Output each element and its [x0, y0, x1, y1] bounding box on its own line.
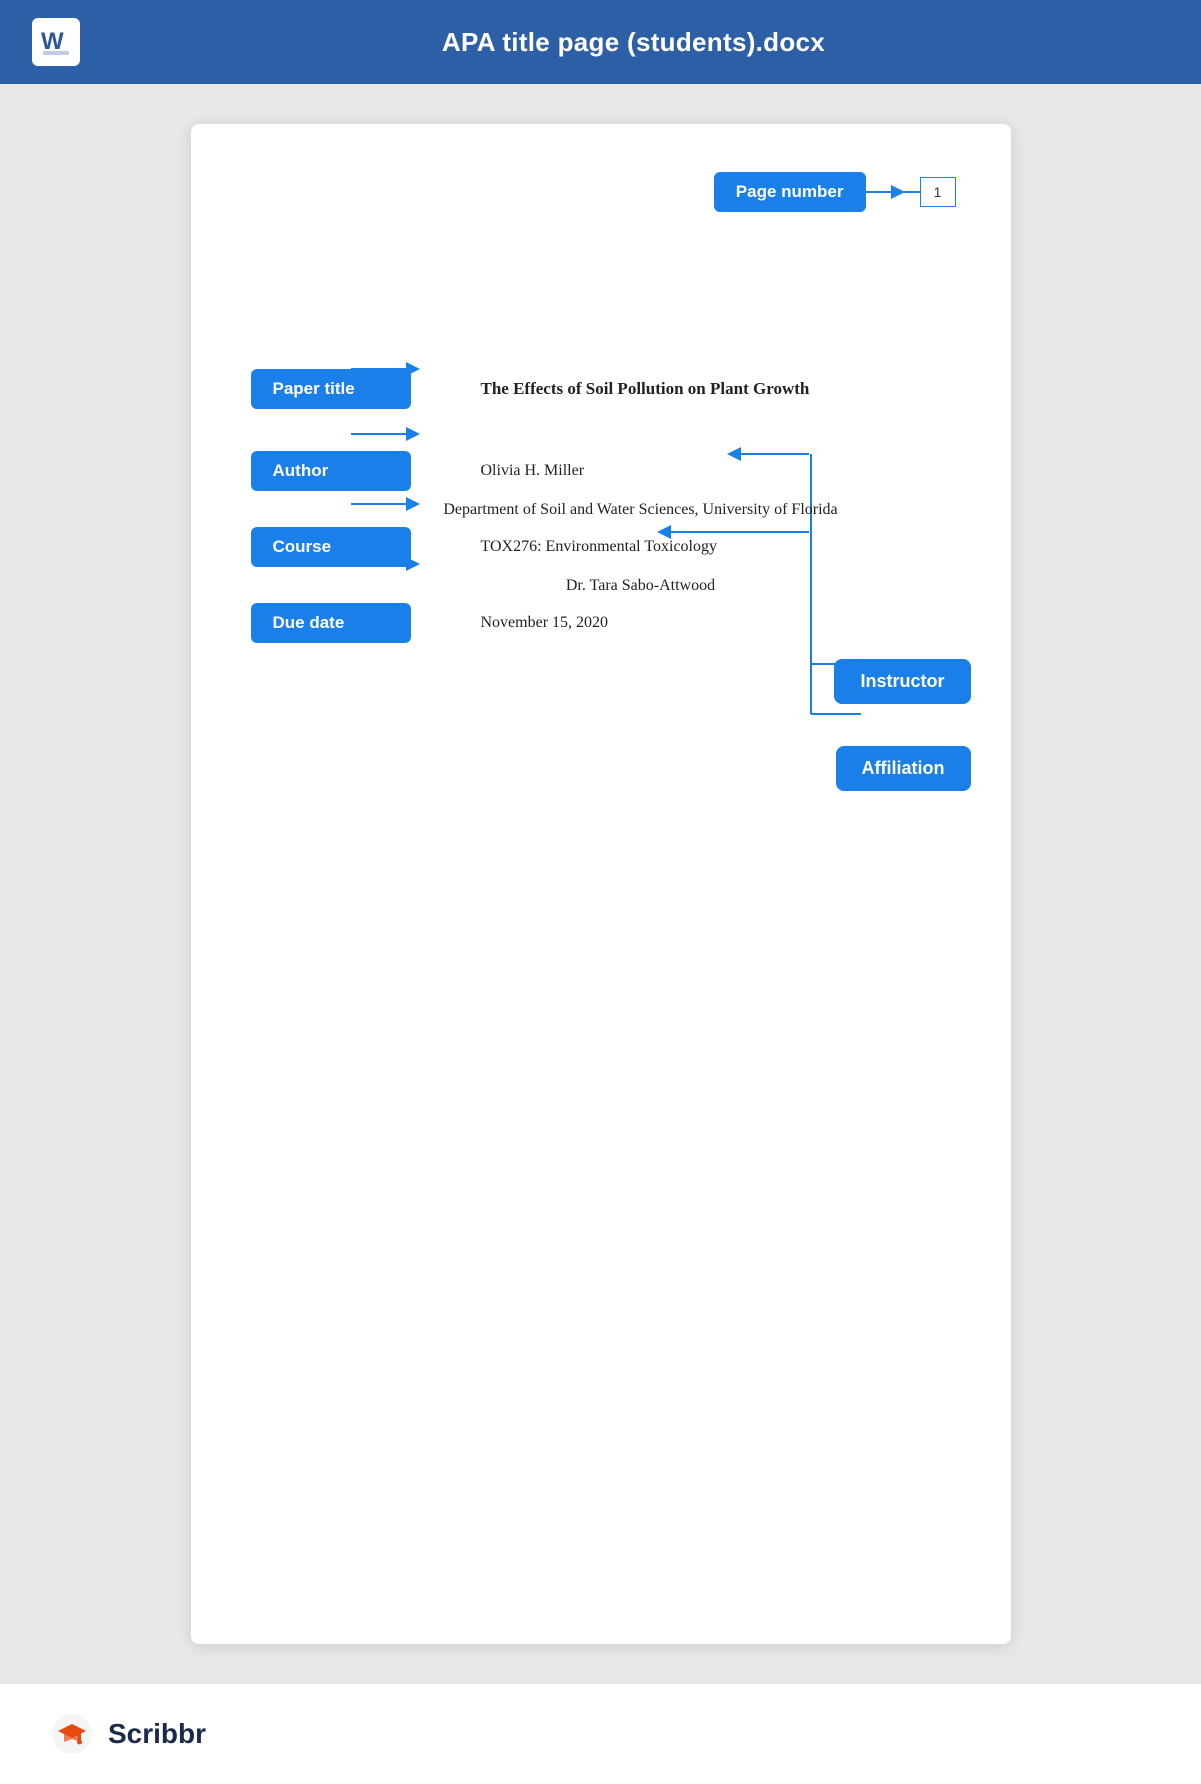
- svg-text:W: W: [41, 28, 64, 55]
- author-text: Olivia H. Miller: [481, 462, 951, 480]
- page-number-area: Page number 1: [714, 172, 956, 212]
- page-number-connector: [866, 191, 920, 193]
- course-text: TOX276: Environmental Toxicology: [481, 538, 951, 556]
- header-bar: W APA title page (students).docx: [0, 0, 1201, 84]
- instructor-label-badge: Instructor: [834, 659, 970, 704]
- author-badge: Author: [251, 451, 411, 491]
- scribbr-brand: Scribbr: [108, 1718, 206, 1750]
- affiliation-text: Department of Soil and Water Sciences, U…: [331, 501, 951, 519]
- main-content: Page number 1 Paper title The Effects of…: [0, 84, 1201, 1684]
- affiliation-label-badge: Affiliation: [836, 746, 971, 791]
- due-date-badge: Due date: [251, 603, 411, 643]
- paper-title-text: The Effects of Soil Pollution on Plant G…: [481, 379, 951, 399]
- footer: Scribbr: [0, 1684, 1201, 1784]
- connector-svg: [191, 124, 1011, 1644]
- paper-title-row: Paper title The Effects of Soil Pollutio…: [251, 369, 951, 409]
- doc-body: Paper title The Effects of Soil Pollutio…: [251, 369, 951, 643]
- word-icon: W: [32, 18, 80, 66]
- author-row: Author Olivia H. Miller: [251, 451, 951, 491]
- instructor-text: Dr. Tara Sabo-Attwood: [331, 577, 951, 595]
- due-date-text: November 15, 2020: [481, 614, 951, 632]
- header-title: APA title page (students).docx: [98, 27, 1169, 58]
- page-number-badge: Page number: [714, 172, 866, 212]
- course-badge: Course: [251, 527, 411, 567]
- scribbr-logo-icon: [50, 1712, 94, 1756]
- page-number-box: 1: [920, 177, 956, 207]
- paper-title-badge: Paper title: [251, 369, 411, 409]
- course-row: Course TOX276: Environmental Toxicology: [251, 527, 951, 567]
- document: Page number 1 Paper title The Effects of…: [191, 124, 1011, 1644]
- due-date-row: Due date November 15, 2020: [251, 603, 951, 643]
- right-annotation-block: Instructor Affiliation: [834, 659, 970, 791]
